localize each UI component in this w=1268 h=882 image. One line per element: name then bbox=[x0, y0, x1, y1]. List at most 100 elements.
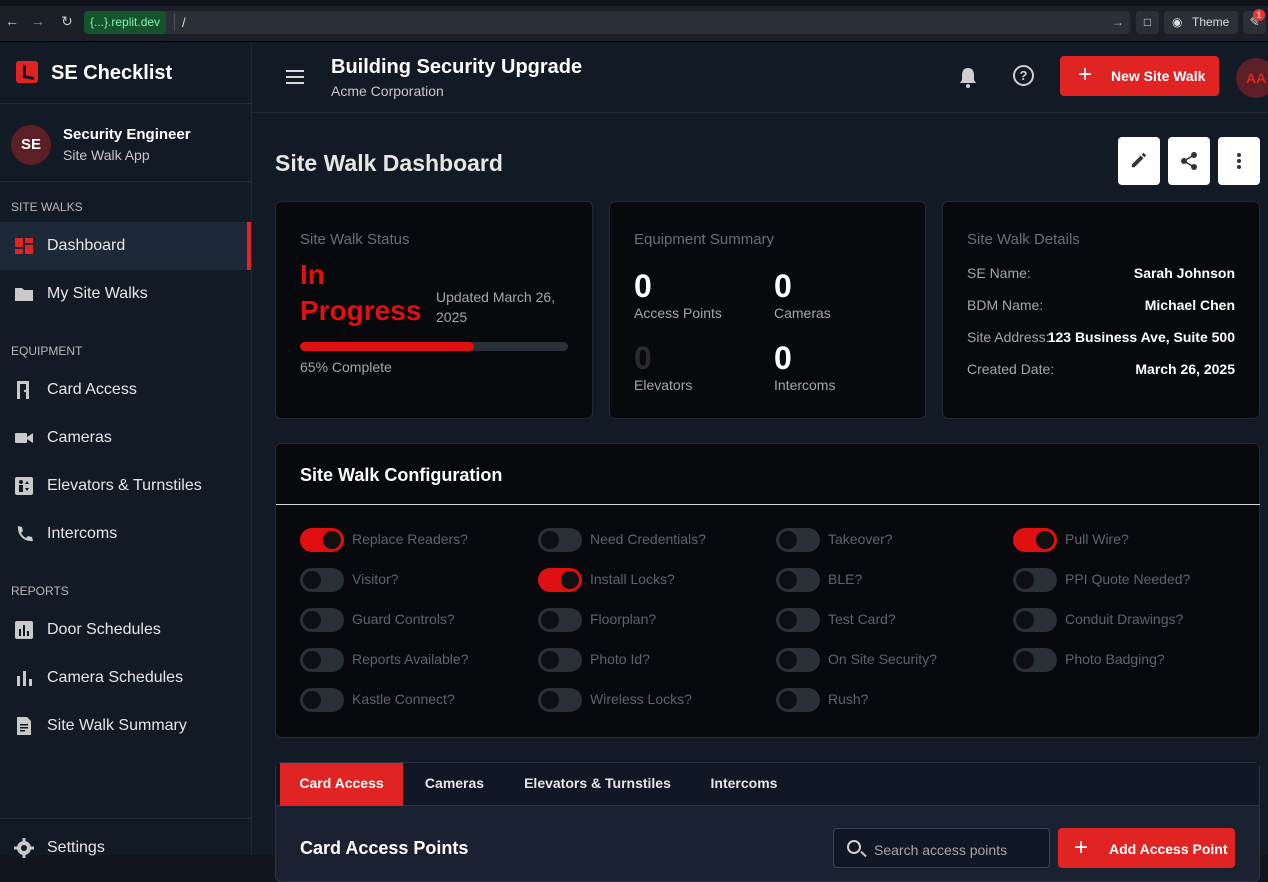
theme-button[interactable]: ◉ Theme bbox=[1164, 11, 1238, 34]
equipment-card: Equipment Summary 0 Access Points 0 Came… bbox=[609, 201, 926, 419]
toggle-label: BLE? bbox=[828, 571, 863, 587]
sidebar-divider bbox=[0, 818, 252, 819]
share-button[interactable] bbox=[1168, 137, 1210, 185]
elevator-icon bbox=[15, 477, 33, 495]
toggle-knob bbox=[561, 571, 579, 589]
toggle-switch[interactable] bbox=[1013, 648, 1057, 672]
access-points-label: Access Points bbox=[634, 305, 722, 321]
door-icon bbox=[17, 381, 29, 399]
toggle-switch[interactable] bbox=[538, 528, 582, 552]
tab-bar: Card Access Cameras Elevators & Turnstil… bbox=[276, 763, 1259, 806]
sidebar-item-my-site-walks[interactable]: My Site Walks bbox=[0, 270, 251, 318]
elevators-count: 0 bbox=[634, 340, 652, 376]
sidebar-item-door-schedules[interactable]: Door Schedules bbox=[0, 606, 251, 654]
phone-icon bbox=[17, 526, 33, 542]
sidebar-item-settings[interactable]: Settings bbox=[0, 824, 251, 872]
reload-icon[interactable]: ↻ bbox=[58, 12, 76, 30]
bar-chart-icon bbox=[17, 671, 32, 686]
sidebar-item-intercoms[interactable]: Intercoms bbox=[0, 510, 251, 558]
toggle-switch[interactable] bbox=[1013, 608, 1057, 632]
url-path: / bbox=[182, 15, 186, 30]
toggle-switch[interactable] bbox=[776, 568, 820, 592]
dashboard-icon bbox=[15, 238, 33, 254]
toggle-label: Visitor? bbox=[352, 571, 399, 587]
main-content: Site Walk Dashboard Site Walk Status In … bbox=[252, 113, 1268, 882]
toggle-switch[interactable] bbox=[300, 608, 344, 632]
toggle-switch[interactable] bbox=[538, 648, 582, 672]
tab-elevators-turnstiles[interactable]: Elevators & Turnstiles bbox=[506, 763, 689, 806]
project-client: Acme Corporation bbox=[331, 83, 444, 99]
toggle-switch[interactable] bbox=[776, 608, 820, 632]
toggle-switch[interactable] bbox=[776, 688, 820, 712]
toggle-switch[interactable] bbox=[538, 568, 582, 592]
user-avatar[interactable]: AA bbox=[1236, 58, 1268, 98]
toggle-label: Kastle Connect? bbox=[352, 691, 455, 707]
sidebar-item-label: Intercoms bbox=[47, 525, 118, 542]
toggle-switch[interactable] bbox=[1013, 568, 1057, 592]
toggle-label: Floorplan? bbox=[590, 611, 657, 627]
edit-button[interactable] bbox=[1118, 137, 1160, 185]
access-points-count: 0 bbox=[634, 268, 652, 304]
sidebar-item-site-walk-summary[interactable]: Site Walk Summary bbox=[0, 702, 251, 750]
menu-icon[interactable] bbox=[286, 70, 304, 84]
toggle-switch[interactable] bbox=[776, 528, 820, 552]
new-site-walk-button[interactable]: + New Site Walk bbox=[1060, 56, 1219, 96]
sidebar-item-card-access[interactable]: Card Access bbox=[0, 366, 251, 414]
sidebar-item-camera-schedules[interactable]: Camera Schedules bbox=[0, 654, 251, 702]
forward-icon[interactable]: → bbox=[29, 12, 47, 30]
summary-icon bbox=[17, 717, 31, 735]
toggle-label: Conduit Drawings? bbox=[1065, 611, 1184, 627]
address-bar[interactable] bbox=[84, 11, 1130, 34]
configuration-divider bbox=[276, 504, 1260, 505]
sidebar-item-dashboard[interactable]: Dashboard bbox=[0, 222, 251, 270]
add-access-point-button[interactable]: + Add Access Point bbox=[1058, 828, 1235, 868]
project-title: Building Security Upgrade bbox=[331, 56, 583, 78]
user-name: Security Engineer bbox=[63, 126, 191, 143]
back-icon[interactable]: ← bbox=[3, 12, 21, 30]
pencil-icon bbox=[1131, 152, 1147, 168]
toggle-knob bbox=[541, 611, 559, 629]
tab-card-access[interactable]: Card Access bbox=[280, 763, 403, 806]
details-card: Site Walk Details SE Name: Sarah Johnson… bbox=[942, 201, 1260, 419]
toggle-knob bbox=[303, 571, 321, 589]
help-icon[interactable]: ? bbox=[1013, 65, 1034, 86]
toggle-knob bbox=[541, 691, 559, 709]
toggle-switch[interactable] bbox=[300, 648, 344, 672]
sidebar-item-label: My Site Walks bbox=[47, 285, 148, 302]
sidebar-item-elevators[interactable]: Elevators & Turnstiles bbox=[0, 462, 251, 510]
intercoms-count: 0 bbox=[774, 340, 792, 376]
toggle-knob bbox=[779, 571, 797, 589]
user-subtitle: Site Walk App bbox=[63, 147, 150, 163]
bell-icon[interactable] bbox=[958, 66, 978, 88]
page-title: Site Walk Dashboard bbox=[275, 150, 503, 176]
toggle-switch[interactable] bbox=[538, 608, 582, 632]
plus-icon: + bbox=[1074, 834, 1089, 861]
toggle-knob bbox=[1036, 531, 1054, 549]
toggle-switch[interactable] bbox=[300, 528, 344, 552]
equipment-tabs-panel: Card Access Cameras Elevators & Turnstil… bbox=[275, 762, 1260, 882]
status-card: Site Walk Status In Progress Updated Mar… bbox=[275, 201, 593, 419]
configuration-title: Site Walk Configuration bbox=[300, 465, 503, 485]
search-input[interactable]: Search access points bbox=[833, 828, 1050, 868]
more-button[interactable] bbox=[1218, 137, 1260, 185]
tab-intercoms[interactable]: Intercoms bbox=[689, 763, 799, 806]
toggle-knob bbox=[541, 651, 559, 669]
equipment-card-label: Equipment Summary bbox=[634, 231, 775, 248]
theme-label: Theme bbox=[1192, 15, 1230, 29]
toggle-switch[interactable] bbox=[300, 568, 344, 592]
toggle-switch[interactable] bbox=[776, 648, 820, 672]
devtools-icon[interactable]: □ bbox=[1136, 11, 1159, 34]
toggle-switch[interactable] bbox=[300, 688, 344, 712]
tab-cameras[interactable]: Cameras bbox=[403, 763, 506, 806]
sidebar-item-label: Door Schedules bbox=[47, 621, 161, 638]
progress-bar bbox=[300, 342, 568, 351]
bdm-name-value: Michael Chen bbox=[1144, 297, 1235, 313]
avatar: SE bbox=[11, 125, 51, 165]
toggle-switch[interactable] bbox=[1013, 528, 1057, 552]
toggle-switch[interactable] bbox=[538, 688, 582, 712]
sidebar-item-cameras[interactable]: Cameras bbox=[0, 414, 251, 462]
cameras-label: Cameras bbox=[774, 305, 831, 321]
logo-icon bbox=[16, 61, 38, 83]
go-arrow-icon[interactable]: → bbox=[1112, 11, 1124, 34]
notification-count-badge: 1 bbox=[1253, 9, 1265, 21]
